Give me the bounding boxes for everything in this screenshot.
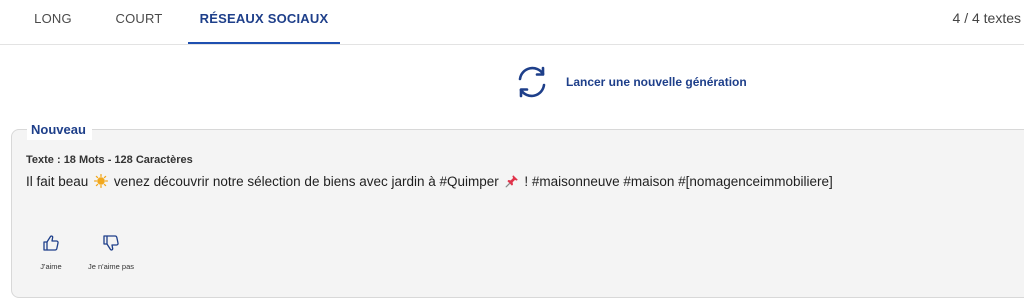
regenerate-label: Lancer une nouvelle génération [566,75,747,89]
like-label: J'aime [40,262,62,271]
text-part-3: ! #maisonneuve #maison #[nomagenceimmobi… [524,174,833,189]
like-button[interactable]: J'aime [30,234,72,271]
thumbs-down-icon [103,235,119,251]
text-count: 4 / 4 textes [952,10,1021,26]
new-badge: Nouveau [27,120,92,140]
tab-long[interactable]: LONG [20,0,86,43]
dislike-button[interactable]: Je n'aime pas [80,234,142,271]
tab-reseaux-sociaux[interactable]: RÉSEAUX SOCIAUX [188,0,340,44]
sun-emoji-icon [94,174,109,188]
refresh-icon [518,66,546,98]
pushpin-emoji-icon [505,175,518,188]
tab-bar: LONG COURT RÉSEAUX SOCIAUX 4 / 4 textes [0,0,1024,45]
regenerate-button[interactable]: Lancer une nouvelle génération [514,64,747,100]
thumbs-up-icon [43,235,59,251]
text-stats: Texte : 18 Mots - 128 Caractères [26,154,193,166]
text-part-1: Il fait beau [26,174,89,189]
generated-text: Il fait beau venez découvrir notre sélec… [26,174,833,189]
text-part-2: venez découvrir notre sélection de biens… [113,174,499,189]
tab-court[interactable]: COURT [103,0,175,43]
dislike-label: Je n'aime pas [87,262,135,271]
